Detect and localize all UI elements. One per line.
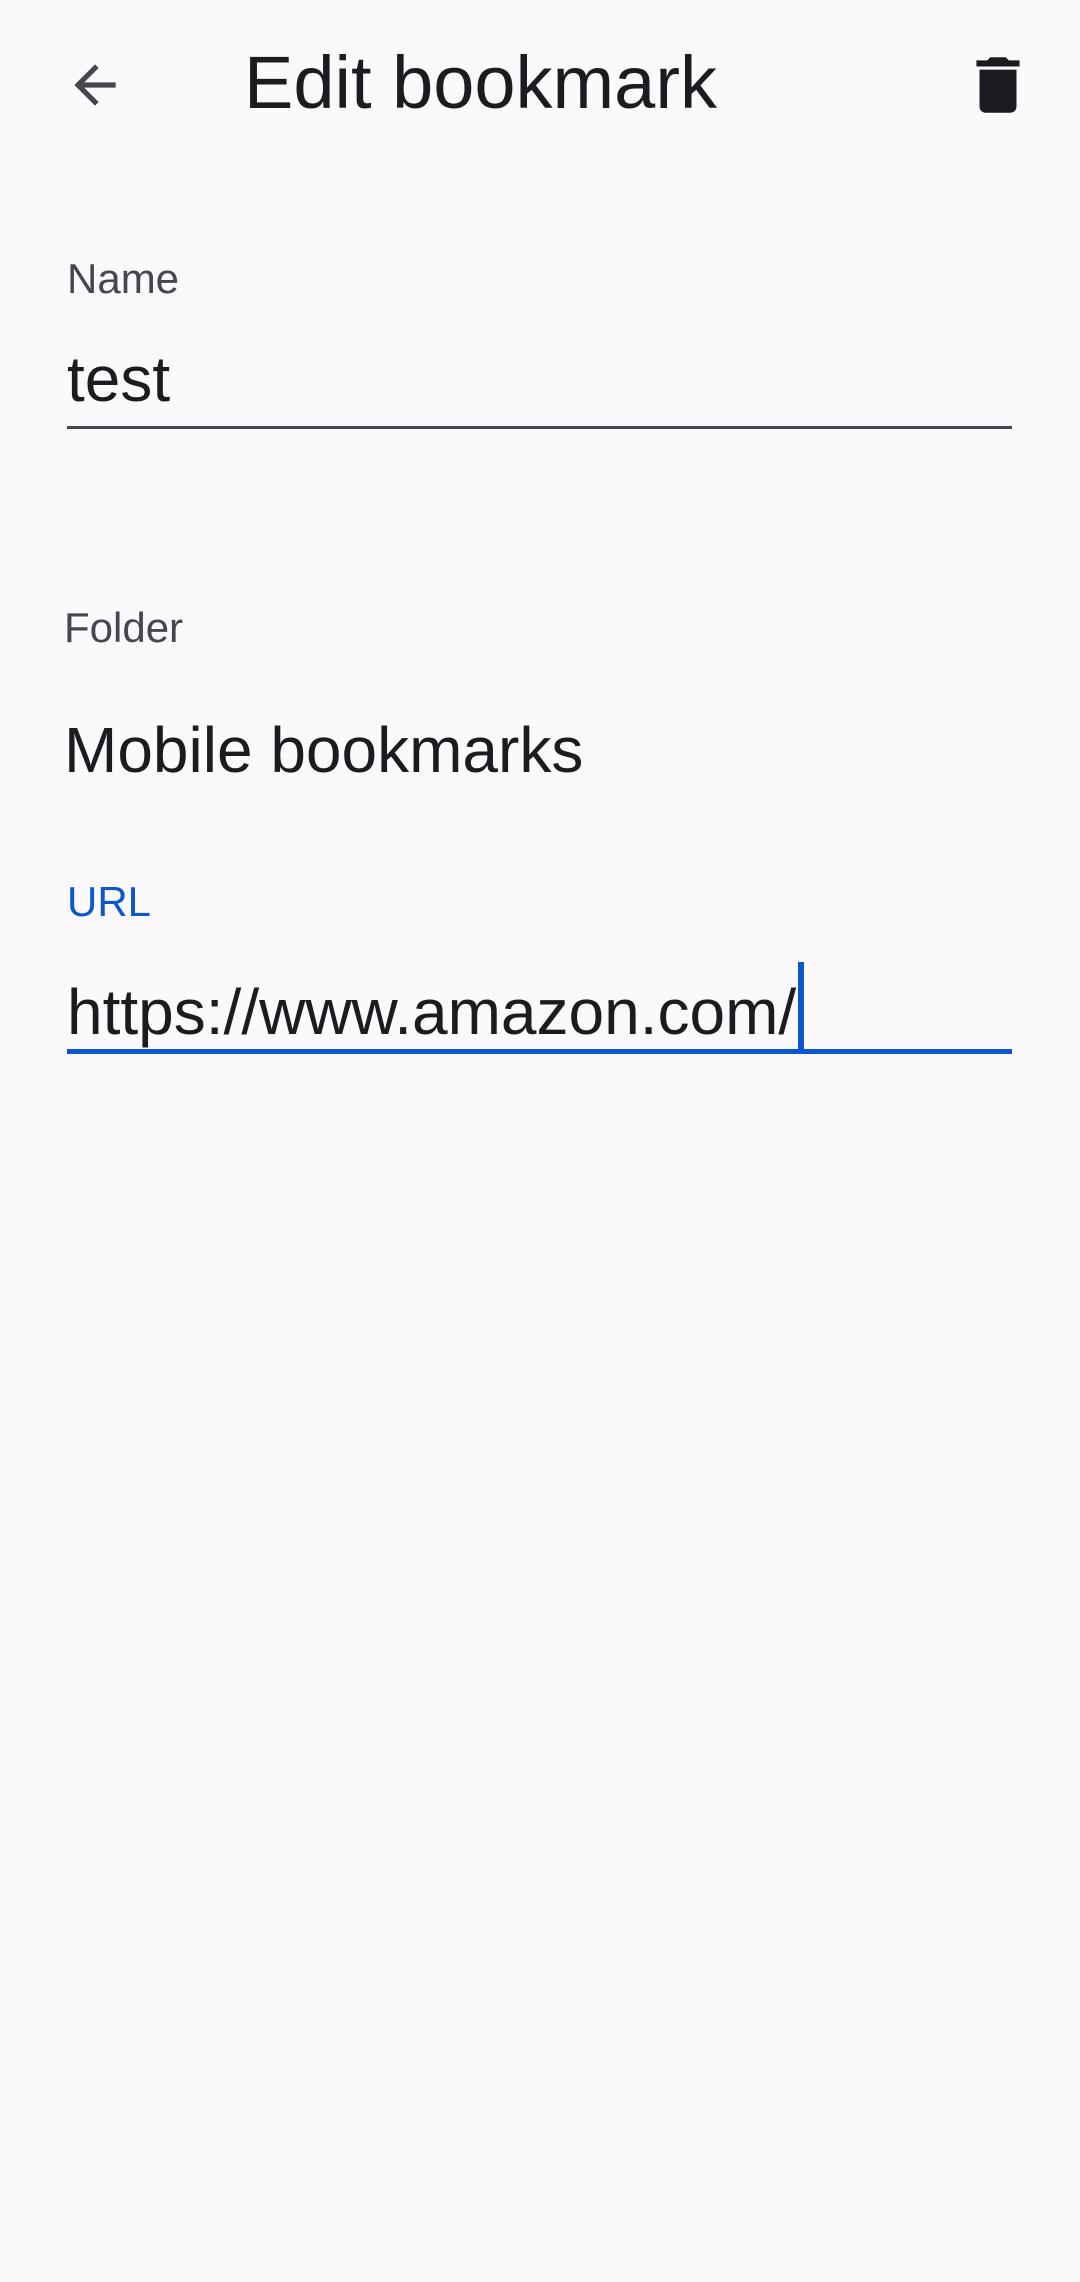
text-cursor [798, 962, 805, 1050]
top-app-bar: Edit bookmark [0, 0, 1080, 170]
page-title: Edit bookmark [244, 41, 717, 124]
name-field-value: test [67, 343, 171, 415]
url-field[interactable]: https://www.amazon.com/ [67, 958, 1012, 1054]
arrow-back-icon [74, 64, 116, 106]
url-field-value: https://www.amazon.com/ [67, 976, 797, 1048]
delete-button[interactable] [938, 25, 1058, 145]
url-field-text: https://www.amazon.com/ [67, 962, 805, 1052]
folder-label: Folder [64, 604, 184, 651]
name-field[interactable]: test [67, 335, 1012, 429]
folder-selector[interactable]: Mobile bookmarks [64, 710, 583, 790]
trash-icon [976, 57, 1020, 113]
name-label: Name [67, 255, 180, 302]
url-label: URL [67, 878, 152, 925]
back-button[interactable] [35, 25, 155, 145]
